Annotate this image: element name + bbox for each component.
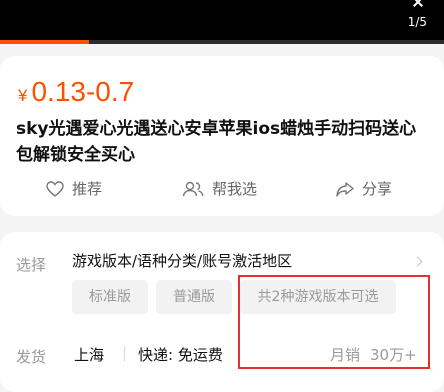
delivery-info: 快递: 免运费 (138, 346, 223, 364)
product-title: sky光遇爱心光遇送心安卓苹果ios蜡烛手动扫码送心包解锁安全买心 (16, 119, 417, 165)
shipping-label: 发货 (16, 348, 47, 366)
variant-chip[interactable]: 普通版 (156, 280, 232, 314)
close-icon[interactable] (412, 0, 424, 8)
action-bar: 推荐 帮我选 分享 (0, 178, 444, 202)
currency-symbol: ¥ (18, 86, 28, 105)
options-card: 选择 游戏版本/语种分类/账号激活地区 标准版 普通版 共2种游戏版本可选 发货… (0, 232, 444, 392)
variant-chip[interactable]: 标准版 (72, 280, 148, 314)
monthly-sales-value: 30万+ (370, 346, 417, 364)
recommend-button[interactable]: 推荐 (46, 178, 102, 199)
monthly-sales-label: 月销 (330, 346, 361, 364)
recommend-label: 推荐 (72, 180, 103, 198)
ship-origin: 上海 (74, 346, 105, 364)
product-image-carousel[interactable]: 1/5 (0, 0, 444, 44)
variants-text: 游戏版本/语种分类/账号激活地区 (72, 252, 293, 270)
help-choose-button[interactable]: 帮我选 (182, 178, 257, 199)
carousel-progress-fill (0, 40, 89, 44)
select-label: 选择 (16, 256, 47, 274)
product-info-card: ¥0.13-0.7 sky光遇爱心光遇送心安卓苹果ios蜡烛手动扫码送心包解锁安… (0, 56, 444, 216)
chevron-right-icon[interactable] (412, 256, 423, 267)
price: ¥0.13-0.7 (18, 76, 134, 108)
heart-icon (46, 180, 64, 197)
help-choose-label: 帮我选 (212, 180, 258, 198)
price-range: 0.13-0.7 (31, 76, 135, 107)
people-icon (182, 181, 204, 196)
page-indicator: 1/5 (407, 15, 427, 29)
share-label: 分享 (362, 180, 393, 198)
more-variants-chip[interactable]: 共2种游戏版本可选 (240, 280, 396, 314)
share-button[interactable]: 分享 (336, 178, 392, 199)
ship-divider: | (122, 344, 128, 362)
carousel-progress (0, 40, 444, 44)
share-icon (336, 181, 354, 197)
variant-selector[interactable]: 游戏版本/语种分类/账号激活地区 (72, 250, 292, 271)
